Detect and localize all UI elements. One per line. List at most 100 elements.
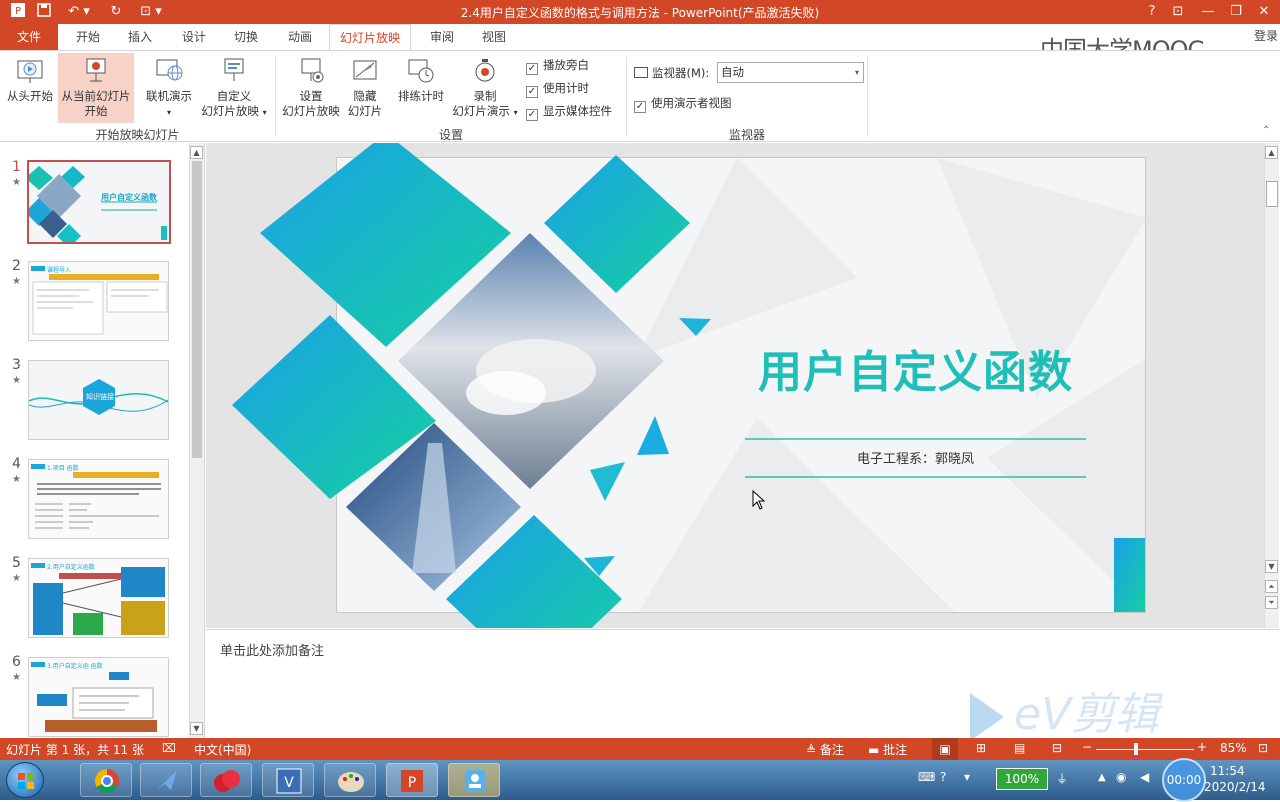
- slide-scrollbar[interactable]: ▲ ▼ ⏶ ⏷: [1264, 143, 1279, 628]
- help-button[interactable]: ?: [1142, 2, 1162, 22]
- scroll-down-icon[interactable]: ▼: [190, 722, 203, 735]
- thumbnail-scrollbar[interactable]: ▲ ▼: [189, 143, 204, 738]
- tab-home[interactable]: 开始: [64, 24, 112, 50]
- fit-slide-icon[interactable]: ⊡: [1258, 741, 1268, 755]
- tab-insert[interactable]: 插入: [116, 24, 164, 50]
- play-narrations-checkbox[interactable]: ✓ 播放旁白: [526, 57, 589, 75]
- transition-star-icon: ★: [12, 177, 21, 188]
- tab-file[interactable]: 文件: [0, 24, 58, 50]
- slide-subtitle[interactable]: 电子工程系：郭晓凤: [745, 448, 1086, 467]
- transition-star-icon: ★: [12, 375, 21, 386]
- chrome-icon: [94, 769, 119, 794]
- slide-thumb-6[interactable]: 3.用户自定义函 函数: [28, 657, 169, 737]
- tray-keyboard-icon[interactable]: ⌨: [918, 770, 935, 784]
- tray-arrow-icon[interactable]: ▾: [964, 770, 970, 784]
- slide-title[interactable]: 用户自定义函数: [745, 336, 1086, 400]
- show-media-controls-checkbox[interactable]: ✓ 显示媒体控件: [526, 103, 612, 121]
- login-link[interactable]: 登录: [1254, 27, 1278, 44]
- language-indicator[interactable]: 中文(中国): [194, 741, 251, 758]
- slide-thumb-2[interactable]: 课程导入: [28, 261, 169, 341]
- contact-app-taskbar-button[interactable]: [448, 763, 500, 797]
- app-red-taskbar-button[interactable]: [200, 763, 252, 797]
- comments-toggle[interactable]: ▬ 批注: [868, 741, 907, 758]
- slideshow-view-icon[interactable]: ⊟: [1052, 741, 1062, 755]
- reading-view-icon[interactable]: ▤: [1014, 741, 1025, 755]
- show-hidden-icons[interactable]: ▲: [1098, 772, 1106, 783]
- group-separator: [867, 57, 868, 137]
- paint-taskbar-button[interactable]: [324, 763, 376, 797]
- clock-time[interactable]: 11:54: [1210, 764, 1245, 778]
- zoom-slider[interactable]: [1096, 749, 1194, 750]
- record-slideshow-label-1: 录制: [473, 89, 497, 103]
- zoom-out-button[interactable]: −: [1082, 740, 1092, 754]
- network-icon[interactable]: ◉: [1116, 770, 1126, 784]
- ribbon-tabs: 文件 开始 插入 设计 切换 动画 幻灯片放映 审阅 视图 中国大学MOOC 登…: [0, 24, 1280, 64]
- from-beginning-button[interactable]: 从头开始: [2, 57, 58, 104]
- slide-thumb-5[interactable]: 2.用户自定义函数: [28, 558, 169, 638]
- from-current-label-2: 开始: [84, 104, 108, 118]
- app-bird-taskbar-button[interactable]: [140, 763, 192, 797]
- scroll-down-icon[interactable]: ▼: [1265, 560, 1278, 573]
- rehearse-timings-label: 排练计时: [398, 89, 444, 103]
- next-slide-icon[interactable]: ⏷: [1265, 596, 1278, 609]
- power-plug-icon[interactable]: ⏚: [1056, 770, 1068, 787]
- notes-toggle[interactable]: ≜ 备注: [806, 741, 844, 758]
- start-button[interactable]: [6, 762, 44, 798]
- slide-thumb-3[interactable]: 知识链接: [28, 360, 169, 440]
- app-v4-taskbar-button[interactable]: V: [262, 763, 314, 797]
- collapse-ribbon-icon[interactable]: ⌃: [1262, 125, 1270, 136]
- thumb-number: 6: [12, 654, 21, 670]
- ribbon: 从头开始 从当前幻灯片 开始 联机演示 ▾ 自定义 幻灯片放映 ▾ 开始放映幻灯片…: [0, 50, 1280, 142]
- slide-sorter-icon[interactable]: ⊞: [976, 741, 986, 755]
- tab-transitions[interactable]: 切换: [222, 24, 270, 50]
- notes-placeholder[interactable]: 单击此处添加备注: [220, 640, 324, 659]
- tab-review[interactable]: 审阅: [418, 24, 466, 50]
- notes-pane[interactable]: 单击此处添加备注 eV剪辑: [206, 629, 1280, 741]
- ribbon-display-options-icon[interactable]: ⊡: [1168, 2, 1188, 22]
- rehearse-timings-button[interactable]: 排练计时: [394, 57, 448, 104]
- zoom-in-button[interactable]: +: [1197, 740, 1207, 754]
- monitor-select[interactable]: 自动 ▾: [717, 62, 864, 83]
- scroll-thumb[interactable]: [192, 161, 202, 458]
- powerpoint-taskbar-button[interactable]: P: [386, 763, 438, 797]
- volume-icon[interactable]: ◀: [1140, 770, 1149, 784]
- tab-slide-show[interactable]: 幻灯片放映: [329, 24, 411, 51]
- thumb-2-title: 课程导入: [47, 267, 72, 274]
- tab-design[interactable]: 设计: [170, 24, 218, 50]
- normal-view-icon[interactable]: ▣: [932, 738, 958, 760]
- close-button[interactable]: ✕: [1254, 2, 1274, 22]
- from-current-button[interactable]: 从当前幻灯片 开始: [58, 53, 134, 123]
- tab-animations[interactable]: 动画: [276, 24, 324, 50]
- record-slideshow-button[interactable]: 录制 幻灯片演示 ▾: [448, 57, 522, 120]
- slide-thumb-1[interactable]: 用户自定义函数: [27, 160, 171, 244]
- presenter-view-checkbox[interactable]: ✓ 使用演示者视图: [634, 95, 732, 113]
- clock-date[interactable]: 2020/2/14: [1204, 780, 1266, 794]
- windows-taskbar: V P ⌨ ? ▾ 100% ⏚ ▲ ◉ ◀ 11:54 2020/2/14 0…: [0, 758, 1280, 802]
- tab-view[interactable]: 视图: [470, 24, 518, 50]
- minimize-button[interactable]: —: [1198, 2, 1218, 22]
- thumb-number: 2: [12, 258, 21, 274]
- present-online-button[interactable]: 联机演示 ▾: [140, 57, 198, 120]
- previous-slide-icon[interactable]: ⏶: [1265, 580, 1278, 593]
- v4-icon: V: [276, 768, 302, 794]
- scroll-up-icon[interactable]: ▲: [190, 146, 203, 159]
- tray-help-icon[interactable]: ?: [940, 770, 946, 784]
- chrome-taskbar-button[interactable]: [80, 763, 132, 797]
- scroll-thumb[interactable]: [1266, 181, 1278, 207]
- recording-timer-overlay[interactable]: 00:00: [1162, 758, 1206, 802]
- spelling-icon[interactable]: ⌧: [162, 741, 176, 755]
- transition-star-icon: ★: [12, 672, 21, 683]
- use-timings-checkbox[interactable]: ✓ 使用计时: [526, 80, 589, 98]
- group-label-setup: 设置: [438, 128, 463, 142]
- hide-slide-button[interactable]: 隐藏 幻灯片: [344, 57, 386, 119]
- restore-button[interactable]: ❐: [1226, 2, 1246, 22]
- setup-slideshow-button[interactable]: 设置 幻灯片放映: [279, 57, 343, 119]
- zoom-slider-thumb[interactable]: [1134, 743, 1138, 755]
- zoom-level[interactable]: 85%: [1220, 741, 1247, 755]
- use-timings-label: 使用计时: [543, 81, 589, 95]
- slide-thumb-4[interactable]: 1.项目 函数: [28, 459, 169, 539]
- thumb-number: 3: [12, 357, 21, 373]
- custom-slideshow-button[interactable]: 自定义 幻灯片放映 ▾: [196, 57, 272, 120]
- scroll-up-icon[interactable]: ▲: [1265, 146, 1278, 159]
- battery-indicator[interactable]: 100%: [996, 768, 1048, 790]
